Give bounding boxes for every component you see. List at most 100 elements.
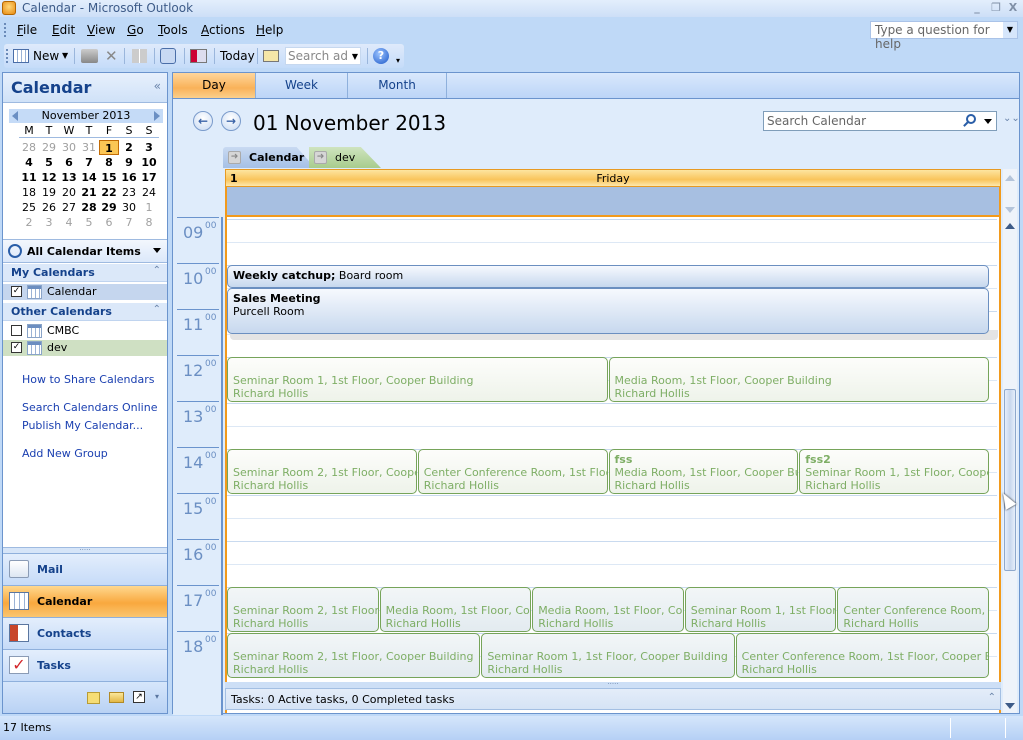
appointment[interactable]: Center Conference Room, 1st Floor, Coope… bbox=[417, 449, 608, 494]
scrollbar-thumb[interactable] bbox=[1004, 389, 1016, 572]
shortcuts-icon[interactable]: ↗ bbox=[133, 691, 145, 703]
configure-buttons-icon[interactable]: ▾ bbox=[155, 692, 159, 701]
move-to-folder-icon[interactable] bbox=[132, 49, 147, 63]
date-navigator-day[interactable]: 24 bbox=[139, 185, 159, 200]
help-question-box[interactable]: Type a question for help ▼ bbox=[870, 21, 1018, 51]
date-navigator-day[interactable]: 27 bbox=[59, 200, 79, 215]
collapse-section-icon[interactable]: ⌃ bbox=[153, 304, 161, 315]
appointment[interactable]: Media Room, 1st Floor, Cooper BuildingRi… bbox=[608, 357, 989, 402]
date-navigator-day[interactable]: 12 bbox=[39, 170, 59, 185]
date-navigator-day[interactable]: 20 bbox=[59, 185, 79, 200]
date-navigator-day[interactable]: 29 bbox=[99, 200, 119, 215]
help-icon[interactable]: ? bbox=[373, 48, 389, 64]
nav-button-tasks[interactable]: ✓ Tasks bbox=[3, 649, 167, 681]
address-search-dropdown-icon[interactable]: ▼ bbox=[352, 52, 358, 61]
calendar-tab-dev[interactable]: ➜ dev bbox=[309, 147, 381, 168]
restore-button[interactable]: ❐ bbox=[989, 1, 1003, 14]
menu-tools[interactable]: Tools bbox=[158, 23, 188, 37]
date-navigator-day[interactable]: 13 bbox=[59, 170, 79, 185]
tab-month[interactable]: Month bbox=[348, 73, 447, 98]
calendar-list-item[interactable]: ✓ dev bbox=[3, 340, 167, 356]
link-publish-calendar[interactable]: Publish My Calendar... bbox=[22, 419, 143, 432]
help-dropdown-icon[interactable]: ▼ bbox=[1003, 22, 1017, 38]
date-navigator-day[interactable]: 22 bbox=[99, 185, 119, 200]
collapse-section-icon[interactable]: ⌃ bbox=[153, 265, 161, 276]
date-navigator-day[interactable]: 30 bbox=[59, 140, 79, 155]
minimize-button[interactable]: _ bbox=[970, 1, 984, 14]
date-navigator-day[interactable]: 23 bbox=[119, 185, 139, 200]
appointment[interactable]: Weekly catchup; Board room bbox=[227, 265, 989, 288]
date-navigator-day[interactable]: 3 bbox=[39, 215, 59, 230]
date-navigator-day[interactable]: 19 bbox=[39, 185, 59, 200]
schedule-icon[interactable] bbox=[190, 49, 207, 63]
date-navigator-day[interactable]: 28 bbox=[79, 200, 99, 215]
tab-week[interactable]: Week bbox=[256, 73, 348, 98]
nav-button-contacts[interactable]: Contacts bbox=[3, 617, 167, 649]
appointment[interactable]: Seminar Room 1, 1st Floor, Cooper Buildi… bbox=[684, 587, 837, 632]
date-navigator-day[interactable]: 28 bbox=[19, 140, 39, 155]
daily-task-list[interactable]: Tasks: 0 Active tasks, 0 Completed tasks… bbox=[225, 688, 1001, 710]
menu-edit[interactable]: Edit bbox=[52, 23, 75, 37]
tab-day[interactable]: Day bbox=[173, 73, 256, 98]
menu-grip[interactable] bbox=[4, 23, 7, 37]
collapse-nav-button[interactable]: « bbox=[154, 79, 161, 93]
date-navigator-day[interactable]: 4 bbox=[59, 215, 79, 230]
menu-view[interactable]: View bbox=[87, 23, 115, 37]
date-navigator-day[interactable]: 8 bbox=[139, 215, 159, 230]
dev-checkbox[interactable]: ✓ bbox=[11, 342, 22, 353]
date-navigator-day[interactable]: 8 bbox=[99, 155, 119, 170]
search-options-dropdown-icon[interactable] bbox=[984, 119, 992, 124]
toolbar-options-icon[interactable]: ▾ bbox=[396, 56, 400, 65]
expand-query-builder-icon[interactable]: ⌄⌄ bbox=[1003, 113, 1020, 124]
expand-tasks-icon[interactable]: ⌃ bbox=[988, 692, 996, 703]
new-button[interactable]: New bbox=[33, 49, 59, 63]
link-search-calendars-online[interactable]: Search Calendars Online bbox=[22, 401, 157, 414]
date-navigator-day[interactable]: 11 bbox=[19, 170, 39, 185]
date-navigator-day[interactable]: 2 bbox=[119, 140, 139, 155]
date-navigator-day[interactable]: 5 bbox=[39, 155, 59, 170]
date-navigator-day[interactable]: 3 bbox=[139, 140, 159, 155]
date-navigator-day[interactable]: 7 bbox=[79, 155, 99, 170]
nav-button-mail[interactable]: Mail bbox=[3, 553, 167, 585]
date-navigator-day[interactable]: 31 bbox=[79, 140, 99, 155]
menu-go[interactable]: Go bbox=[127, 23, 144, 37]
date-navigator-today[interactable]: 1 bbox=[99, 140, 119, 155]
date-navigator-day[interactable]: 5 bbox=[79, 215, 99, 230]
date-navigator-day[interactable]: 26 bbox=[39, 200, 59, 215]
date-navigator-day[interactable]: 21 bbox=[79, 185, 99, 200]
outlook-app-icon[interactable] bbox=[2, 1, 16, 15]
date-navigator-day[interactable]: 2 bbox=[19, 215, 39, 230]
allday-scroll-up-icon[interactable] bbox=[1005, 175, 1015, 181]
view-selector-dropdown-icon[interactable] bbox=[153, 248, 161, 253]
date-navigator-day[interactable]: 16 bbox=[119, 170, 139, 185]
appointment[interactable]: fss2Seminar Room 1, 1st Floor, Cooper Bu… bbox=[799, 449, 989, 494]
search-icon[interactable] bbox=[966, 114, 976, 124]
scroll-down-arrow-icon[interactable] bbox=[1005, 703, 1015, 709]
date-navigator-day[interactable]: 18 bbox=[19, 185, 39, 200]
date-navigator-month[interactable]: November 2013 bbox=[42, 109, 131, 122]
address-book-search-input[interactable]: Search address books ▼ bbox=[285, 47, 361, 65]
view-selector[interactable]: All Calendar Items bbox=[3, 239, 167, 263]
send-receive-icon[interactable] bbox=[160, 48, 176, 64]
appointment[interactable]: Seminar Room 2, 1st Floor, Cooper Buildi… bbox=[227, 449, 417, 494]
calendar-checkbox[interactable]: ✓ bbox=[11, 286, 22, 297]
vertical-scrollbar[interactable] bbox=[1003, 169, 1017, 713]
address-book-icon[interactable] bbox=[263, 50, 279, 62]
toolbar-grip[interactable] bbox=[6, 49, 9, 63]
appointment[interactable]: Seminar Room 2, 1st Floor, Cooper Buildi… bbox=[227, 633, 481, 678]
scroll-up-arrow-icon[interactable] bbox=[1005, 223, 1015, 229]
cmbc-checkbox[interactable] bbox=[11, 325, 22, 336]
today-button[interactable]: Today bbox=[220, 49, 255, 63]
overlay-arrow-icon[interactable]: ➜ bbox=[228, 151, 241, 164]
date-navigator-day[interactable]: 30 bbox=[119, 200, 139, 215]
appointment[interactable]: Media Room, 1st Floor, Cooper BuildingRi… bbox=[379, 587, 532, 632]
date-navigator-day[interactable]: 10 bbox=[139, 155, 159, 170]
close-button[interactable]: X bbox=[1006, 1, 1020, 14]
appointment[interactable]: Center Conference Room, 1st Floor, Coope… bbox=[837, 587, 989, 632]
date-navigator-day[interactable]: 17 bbox=[139, 170, 159, 185]
date-navigator-day[interactable]: 9 bbox=[119, 155, 139, 170]
date-navigator-day[interactable]: 4 bbox=[19, 155, 39, 170]
delete-icon[interactable]: ✕ bbox=[105, 47, 118, 65]
next-month-arrow-icon[interactable] bbox=[154, 111, 160, 121]
calendar-list-item[interactable]: ✓ Calendar bbox=[3, 284, 167, 300]
